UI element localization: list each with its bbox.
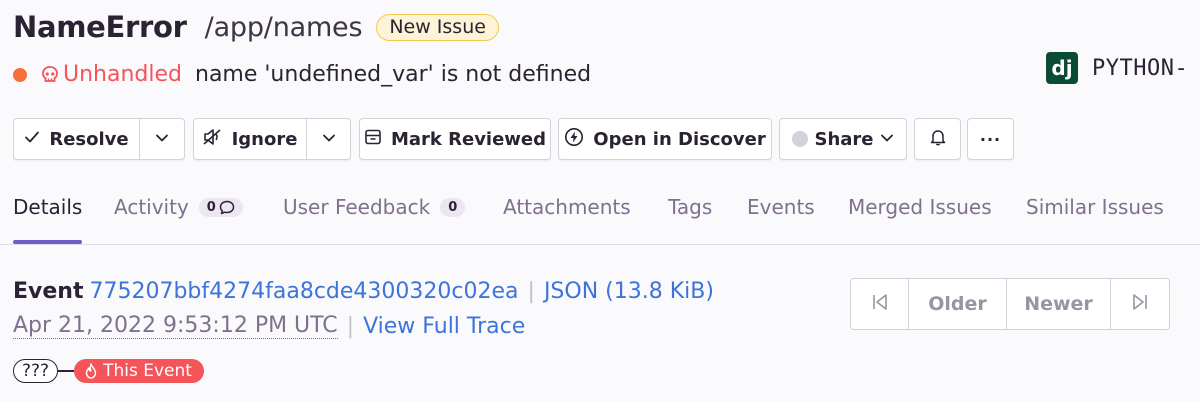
lightning-icon <box>564 127 584 152</box>
mark-reviewed-button[interactable]: Mark Reviewed <box>359 118 551 160</box>
trace-connector <box>58 370 75 372</box>
issue-subheader: Unhandled name 'undefined_var' is not de… <box>13 62 591 87</box>
trace-navigator: ??? This Event <box>13 359 204 383</box>
tab-label: Details <box>13 195 83 219</box>
user-feedback-count-badge: 0 <box>440 197 466 217</box>
issue-culprit: /app/names <box>204 11 363 43</box>
tab-details[interactable]: Details <box>13 195 82 219</box>
newer-label: Newer <box>1024 293 1093 315</box>
share-status-indicator <box>792 131 809 147</box>
tab-label: User Feedback <box>283 195 431 219</box>
tab-attachments[interactable]: Attachments <box>503 195 631 219</box>
older-event-button[interactable]: Older <box>909 279 1007 329</box>
issue-title: NameError <box>13 10 187 44</box>
share-button[interactable]: Share <box>779 118 907 160</box>
first-event-button[interactable] <box>851 279 909 329</box>
more-label: ··· <box>979 129 1002 149</box>
ignore-label: Ignore <box>231 128 298 150</box>
event-meta: Apr 21, 2022 9:53:12 PM UTC | View Full … <box>13 314 525 339</box>
this-event-node[interactable]: This Event <box>74 359 204 383</box>
resolve-dropdown-button[interactable] <box>140 118 185 160</box>
platform-label: PYTHON- <box>1092 55 1189 81</box>
ignore-dropdown-button[interactable] <box>307 118 351 160</box>
ignore-button[interactable]: Ignore <box>193 118 307 160</box>
tab-label: Activity <box>114 195 189 219</box>
separator: | <box>527 279 535 304</box>
tab-events[interactable]: Events <box>747 195 815 219</box>
tab-user-feedback[interactable]: User Feedback 0 <box>283 195 466 219</box>
django-logo: dj <box>1046 52 1078 84</box>
event-id-link[interactable]: 775207bbf4274faa8cde4300320c02ea <box>89 279 518 304</box>
event-header: Event 775207bbf4274faa8cde4300320c02ea |… <box>13 279 714 304</box>
tab-label: Similar Issues <box>1026 195 1164 219</box>
chat-bubble-icon <box>219 200 235 215</box>
mute-icon <box>203 128 223 151</box>
separator: | <box>346 314 355 339</box>
older-label: Older <box>928 293 987 315</box>
resolve-label: Resolve <box>49 128 129 150</box>
tab-label: Events <box>747 195 815 219</box>
latest-event-button[interactable] <box>1111 279 1169 329</box>
unhandled-label: Unhandled <box>63 62 182 87</box>
share-label: Share <box>814 128 874 150</box>
skull-icon <box>39 64 61 86</box>
unknown-trace-node[interactable]: ??? <box>13 359 59 383</box>
tab-tags[interactable]: Tags <box>668 195 712 219</box>
count-value: 0 <box>206 199 216 215</box>
chevron-down-icon <box>322 129 336 150</box>
activity-count-badge: 0 <box>198 197 243 217</box>
tab-label: Merged Issues <box>848 195 992 219</box>
chevron-down-icon <box>155 129 169 150</box>
tab-merged-issues[interactable]: Merged Issues <box>848 195 992 219</box>
open-in-discover-label: Open in Discover <box>593 128 766 150</box>
issue-header: NameError /app/names New Issue <box>13 10 499 44</box>
this-event-label: This Event <box>103 361 192 381</box>
newer-event-button[interactable]: Newer <box>1007 279 1111 329</box>
event-pagination: Older Newer <box>850 278 1170 330</box>
archive-icon <box>364 128 382 151</box>
active-tab-indicator <box>13 240 82 244</box>
view-full-trace-link[interactable]: View Full Trace <box>363 314 525 339</box>
tab-label: Tags <box>668 195 713 219</box>
first-page-icon <box>870 292 890 317</box>
tab-label: Attachments <box>503 195 631 219</box>
event-timestamp: Apr 21, 2022 9:53:12 PM UTC <box>13 313 338 339</box>
checkmark-icon <box>24 129 40 150</box>
bell-icon <box>929 128 947 151</box>
mark-reviewed-label: Mark Reviewed <box>390 128 547 150</box>
json-link[interactable]: JSON (13.8 KiB) <box>544 279 714 304</box>
resolve-button[interactable]: Resolve <box>13 118 140 160</box>
new-issue-badge: New Issue <box>376 13 499 41</box>
level-indicator <box>13 67 27 82</box>
subscribe-button[interactable] <box>914 118 961 160</box>
error-message: name 'undefined_var' is not defined <box>195 62 592 87</box>
issue-tabs: Details Activity 0 User Feedback 0 Attac… <box>0 185 1200 245</box>
fire-icon <box>84 363 98 379</box>
chevron-down-icon <box>880 129 894 150</box>
event-label: Event <box>13 279 84 304</box>
tab-activity[interactable]: Activity 0 <box>114 195 243 219</box>
more-actions-button[interactable]: ··· <box>967 118 1014 160</box>
last-page-icon <box>1130 292 1150 317</box>
tab-similar-issues[interactable]: Similar Issues <box>1026 195 1164 219</box>
platform-indicator: dj PYTHON- <box>1046 52 1188 84</box>
open-in-discover-button[interactable]: Open in Discover <box>558 118 772 160</box>
